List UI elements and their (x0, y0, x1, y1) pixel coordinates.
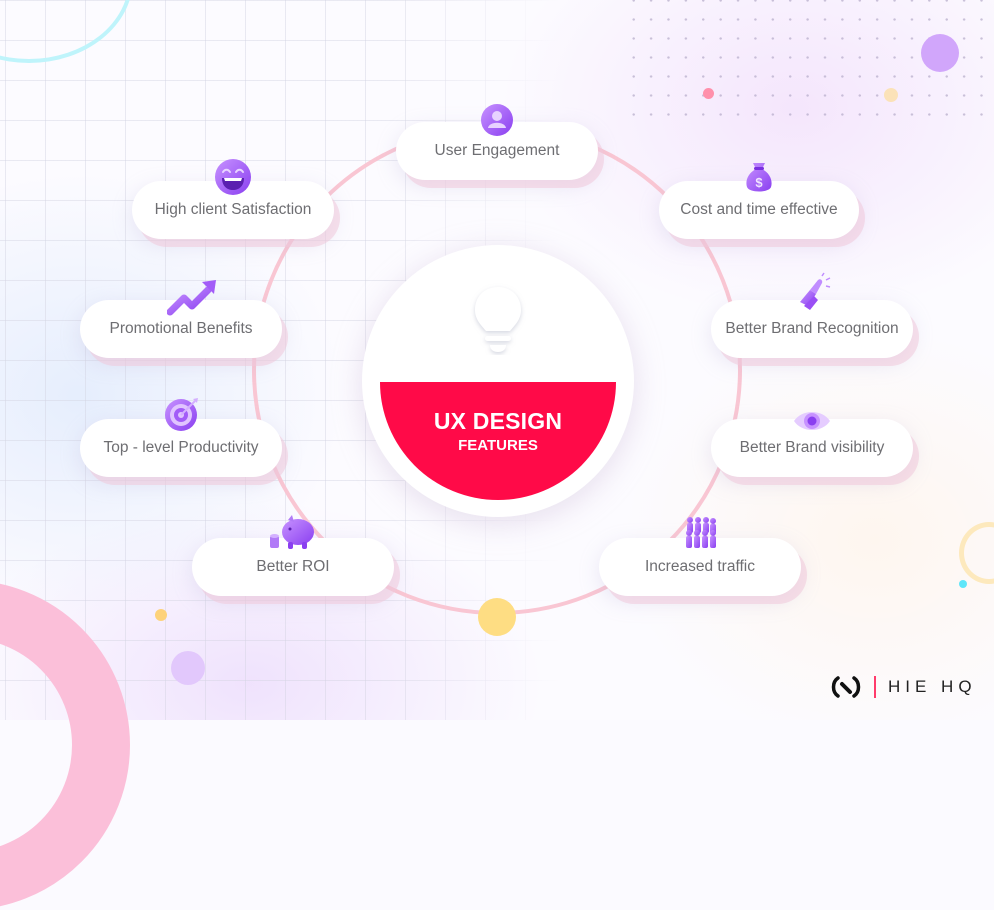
feature-label: User Engagement (434, 142, 560, 159)
feature-better-brand-recognition: Better Brand Recognition (711, 272, 913, 358)
piggy-bank-icon (270, 515, 314, 549)
svg-text:$: $ (755, 175, 763, 190)
feature-label: High client Satisfaction (154, 201, 312, 218)
center-title: UX DESIGN (433, 408, 563, 434)
deco-yellow-dot (884, 88, 898, 102)
deco-purple-circle (921, 34, 959, 72)
brand-name: HIE HQ (888, 677, 977, 696)
brand-separator (874, 676, 876, 698)
clapping-hands-icon (800, 272, 831, 310)
feature-label: Promotional Benefits (109, 320, 253, 337)
center-hub: UX DESIGN FEATURES (362, 245, 634, 517)
feature-label: Cost and time effective (680, 201, 838, 218)
center-title-panel: UX DESIGN FEATURES (380, 382, 616, 500)
deco-lilac-circle (171, 651, 205, 685)
eye-icon (794, 412, 830, 430)
feature-high-client-satisfaction: High client Satisfaction (132, 159, 334, 239)
feature-label: Better Brand visibility (739, 439, 885, 456)
laughing-face-icon (215, 159, 251, 195)
feature-top-level-productivity: Top - level Productivity (80, 398, 282, 477)
target-icon (165, 398, 198, 431)
feature-user-engagement: User Engagement (396, 104, 598, 180)
user-icon (481, 104, 513, 136)
trending-arrow-icon (167, 280, 217, 316)
center-subtitle: FEATURES (458, 437, 538, 454)
deco-pink-dot (703, 88, 714, 99)
brand-mark-icon (831, 676, 861, 698)
feature-label: Top - level Productivity (103, 439, 259, 456)
feature-label: Better Brand Recognition (725, 320, 899, 337)
ring-yellow-node (478, 598, 516, 636)
crowd-icon (686, 517, 716, 548)
feature-label: Increased traffic (645, 558, 755, 575)
deco-small-yellow-dot (155, 609, 167, 621)
feature-better-roi: Better ROI (192, 515, 394, 596)
feature-increased-traffic: Increased traffic (599, 517, 801, 596)
deco-cyan-dot (959, 580, 967, 588)
feature-cost-time-effective: $ Cost and time effective (659, 163, 859, 239)
money-bag-icon: $ (746, 163, 772, 192)
brand-logo: HIE HQ (830, 675, 977, 699)
feature-label: Better ROI (256, 558, 330, 575)
lightbulb-icon (475, 287, 521, 352)
feature-better-brand-visibility: Better Brand visibility (711, 412, 913, 477)
feature-promotional-benefits: Promotional Benefits (80, 280, 282, 358)
